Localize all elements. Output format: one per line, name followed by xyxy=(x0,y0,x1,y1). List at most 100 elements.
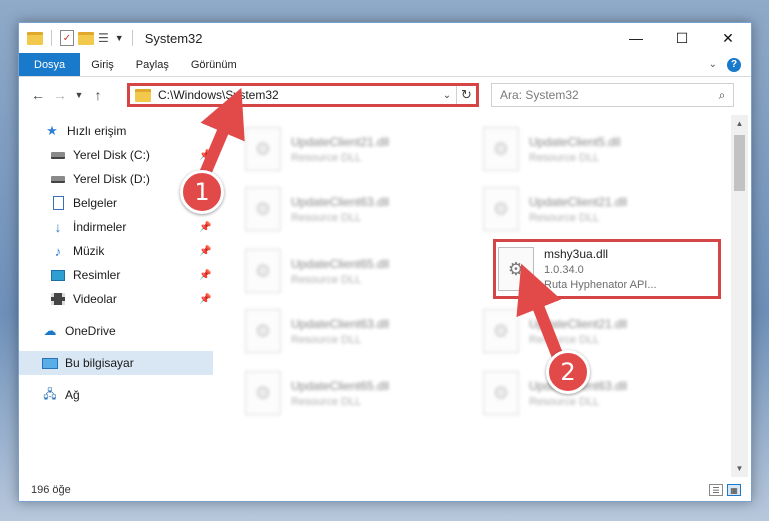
step-badge-2: 2 xyxy=(546,350,590,394)
forward-arrow-icon[interactable]: → xyxy=(49,87,71,103)
minimize-button[interactable]: — xyxy=(613,23,659,53)
tab-share[interactable]: Paylaş xyxy=(125,53,180,76)
pin-icon: 📌 xyxy=(199,221,212,233)
sidebar-item-pictures[interactable]: Resimler 📌 xyxy=(19,263,213,287)
search-input[interactable]: Ara: System32 ⌕ xyxy=(491,83,734,107)
expand-ribbon-icon[interactable]: ⌄ xyxy=(709,59,717,70)
file-type: Resource DLL xyxy=(291,273,362,286)
back-arrow-icon[interactable]: ← xyxy=(27,87,49,103)
recent-locations-chevron-icon[interactable]: ▼ xyxy=(71,90,87,100)
file-type: Resource DLL xyxy=(529,211,600,224)
gear-file-icon: ⚙ xyxy=(245,187,281,231)
pin-icon: 📌 xyxy=(199,269,212,281)
pictures-icon xyxy=(49,269,67,281)
file-type: Resource DLL xyxy=(291,211,362,224)
file-item[interactable]: ⚙ UpdateClient21.dll Resource DLL xyxy=(245,121,473,177)
status-bar: 196 öğe ☰ ▦ xyxy=(19,479,751,501)
file-item-mshy3ua-dll[interactable]: ⚙ mshy3ua.dll 1.0.34.0 Ruta Hyphenator A… xyxy=(493,239,721,299)
gear-file-icon: ⚙ xyxy=(245,371,281,415)
sidebar-item-music[interactable]: ♪ Müzik 📌 xyxy=(19,239,213,263)
vertical-scrollbar[interactable]: ▲ ▼ xyxy=(731,115,748,477)
file-name: UpdateClient65.dll xyxy=(291,378,390,393)
file-name: UpdateClient21.dll xyxy=(529,194,628,209)
folder-icon xyxy=(135,88,151,102)
pin-icon: 📌 xyxy=(199,293,212,305)
scrollbar-thumb[interactable] xyxy=(734,135,745,191)
folder-icon xyxy=(27,31,43,45)
gear-file-icon: ⚙ xyxy=(245,309,281,353)
file-type: Resource DLL xyxy=(291,333,362,346)
window-title: System32 xyxy=(144,30,203,46)
file-item[interactable]: ⚙ UpdateClient63.dll Resource DLL xyxy=(245,303,473,359)
close-button[interactable]: ✕ xyxy=(705,23,751,53)
file-name: UpdateClient21.dll xyxy=(529,316,628,331)
cloud-icon: ☁ xyxy=(43,323,57,338)
view-buttons: ☰ ▦ xyxy=(709,484,751,496)
gear-file-icon: ⚙ xyxy=(483,309,519,353)
sidebar-item-label: Belgeler xyxy=(73,196,118,210)
help-icon[interactable]: ? xyxy=(727,57,741,72)
tab-home[interactable]: Giriş xyxy=(80,53,125,76)
sidebar-item-label: Müzik xyxy=(73,244,105,258)
file-name: UpdateClient21.dll xyxy=(291,134,390,149)
gear-file-icon: ⚙ xyxy=(483,371,519,415)
gear-file-icon: ⚙ xyxy=(483,187,519,231)
file-item[interactable]: ⚙ UpdateClient65.dll Resource DLL xyxy=(245,243,473,299)
sidebar-item-local-disk-c[interactable]: Yerel Disk (C:) 📌 xyxy=(19,143,213,167)
sidebar-item-label: Resimler xyxy=(73,268,121,282)
details-view-icon[interactable]: ☰ xyxy=(709,484,723,496)
scroll-down-icon[interactable]: ▼ xyxy=(731,460,748,477)
file-item[interactable]: ⚙ UpdateClient5.dll Resource DLL xyxy=(483,121,711,177)
up-arrow-icon[interactable]: ↑ xyxy=(87,87,109,103)
navigation-pane: ★ Hızlı erişim Yerel Disk (C:) 📌 Yerel D… xyxy=(19,115,213,475)
file-item[interactable]: ⚙ UpdateClient63.dll Resource DLL xyxy=(245,181,473,237)
sidebar-item-label: Hızlı erişim xyxy=(67,124,127,138)
pin-icon: 📌 xyxy=(199,149,212,161)
search-icon[interactable]: ⌕ xyxy=(711,88,733,103)
file-type: Resource DLL xyxy=(529,395,600,408)
tab-file[interactable]: Dosya xyxy=(19,53,81,76)
search-placeholder: Ara: System32 xyxy=(500,88,579,102)
address-dropdown-icon[interactable]: ⌄ xyxy=(438,90,456,101)
file-item[interactable]: ⚙ UpdateClient21.dll Resource DLL xyxy=(483,181,711,237)
sidebar-item-network[interactable]: 🖧 Ağ xyxy=(19,383,213,407)
sidebar-item-videos[interactable]: Videolar 📌 xyxy=(19,287,213,311)
file-name: UpdateClient65.dll xyxy=(291,256,390,271)
file-item[interactable]: ⚙ UpdateClient21.dll Resource DLL xyxy=(483,303,711,359)
gear-file-icon: ⚙ xyxy=(245,249,281,293)
file-explorer-window: ✓ ☰ ▼ System32 — ☐ ✕ Dosya Giriş Paylaş … xyxy=(18,22,752,502)
step-badge-1: 1 xyxy=(180,170,224,214)
computer-icon xyxy=(41,357,59,369)
download-icon: ↓ xyxy=(54,219,62,235)
ribbon-right: ⌄ ? xyxy=(709,53,751,76)
scroll-up-icon[interactable]: ▲ xyxy=(731,115,748,132)
tab-view[interactable]: Görünüm xyxy=(180,53,248,76)
file-type: Resource DLL xyxy=(291,395,362,408)
window-controls: — ☐ ✕ xyxy=(613,23,751,53)
address-bar[interactable]: C:\Windows\System32 ⌄ ↻ xyxy=(127,83,479,107)
sidebar-item-downloads[interactable]: ↓ İndirmeler 📌 xyxy=(19,215,213,239)
sidebar-item-label: Yerel Disk (D:) xyxy=(73,172,150,186)
new-folder-icon[interactable] xyxy=(78,31,94,45)
ribbon-tabs: Dosya Giriş Paylaş Görünüm ⌄ ? xyxy=(19,53,751,77)
file-type: Resource DLL xyxy=(529,333,600,346)
sidebar-item-quick-access[interactable]: ★ Hızlı erişim xyxy=(19,119,213,143)
customize-toolbar-icon[interactable]: ☰ xyxy=(98,31,109,45)
chevron-down-icon[interactable]: ▼ xyxy=(115,33,124,43)
gear-file-icon: ⚙ xyxy=(245,127,281,171)
file-name: UpdateClient63.dll xyxy=(291,316,390,331)
address-path[interactable]: C:\Windows\System32 xyxy=(158,88,279,102)
gear-file-icon: ⚙ xyxy=(483,127,519,171)
sidebar-item-this-pc[interactable]: Bu bilgisayar xyxy=(19,351,213,375)
properties-check-icon[interactable]: ✓ xyxy=(60,30,74,46)
file-item[interactable]: ⚙ UpdateClient63.dll Resource DLL xyxy=(483,365,711,421)
maximize-button[interactable]: ☐ xyxy=(659,23,705,53)
refresh-icon[interactable]: ↻ xyxy=(456,86,476,104)
file-description: Ruta Hyphenator API... xyxy=(544,279,657,291)
tiles-view-icon[interactable]: ▦ xyxy=(727,484,741,496)
sidebar-item-onedrive[interactable]: ☁ OneDrive xyxy=(19,319,213,343)
file-item[interactable]: ⚙ UpdateClient65.dll Resource DLL xyxy=(245,365,473,421)
toolbar-separator xyxy=(51,30,52,46)
file-name: mshy3ua.dll xyxy=(544,247,609,261)
sidebar-item-label: OneDrive xyxy=(65,324,116,338)
